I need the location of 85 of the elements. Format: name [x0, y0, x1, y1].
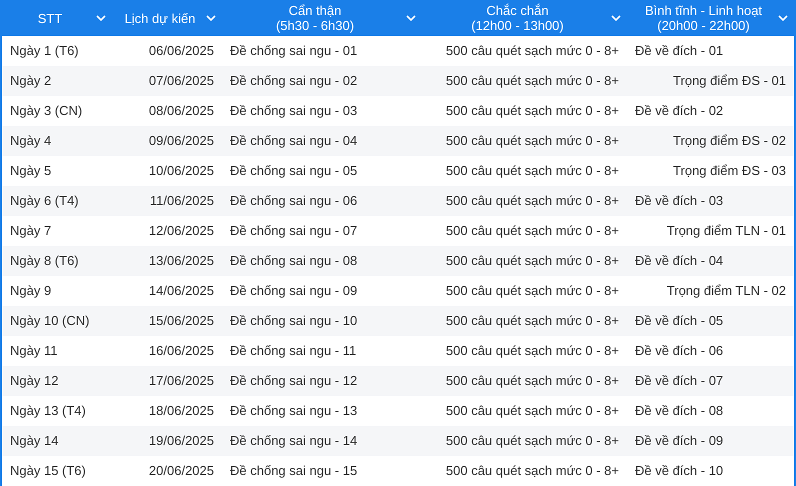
table-cell: 500 câu quét sạch mức 0 - 8+ — [422, 336, 627, 366]
table-cell: Đề chống sai ngu - 08 — [222, 246, 422, 276]
table-cell: Đề chống sai ngu - 12 — [222, 366, 422, 396]
table-cell: 500 câu quét sạch mức 0 - 8+ — [422, 396, 627, 426]
table-cell: Trọng điểm ĐS - 02 — [627, 126, 794, 156]
table-cell: 06/06/2025 — [112, 36, 222, 66]
table-cell: 500 câu quét sạch mức 0 - 8+ — [422, 66, 627, 96]
table-cell: Đề chống sai ngu - 06 — [222, 186, 422, 216]
table-cell: Ngày 10 (CN) — [2, 306, 112, 336]
table-cell: Ngày 11 — [2, 336, 112, 366]
table-cell: Đề về đích - 07 — [627, 366, 794, 396]
table-cell: 19/06/2025 — [112, 426, 222, 456]
column-header[interactable]: Chắc chắn (12h00 - 13h00) — [422, 0, 627, 36]
table-cell: Đề chống sai ngu - 15 — [222, 456, 422, 486]
table-cell: Ngày 15 (T6) — [2, 456, 112, 486]
table-cell: Đề về đích - 06 — [627, 336, 794, 366]
table-cell: Ngày 1 (T6) — [2, 36, 112, 66]
table-cell: 500 câu quét sạch mức 0 - 8+ — [422, 456, 627, 486]
table-cell: 500 câu quét sạch mức 0 - 8+ — [422, 366, 627, 396]
table-cell: Trọng điểm ĐS - 03 — [627, 156, 794, 186]
column-header[interactable]: Bình tĩnh - Linh hoạt (20h00 - 22h00) — [627, 0, 794, 36]
table-cell: 500 câu quét sạch mức 0 - 8+ — [422, 246, 627, 276]
table-cell: Ngày 6 (T4) — [2, 186, 112, 216]
table-cell: Đề chống sai ngu - 07 — [222, 216, 422, 246]
table-cell: 500 câu quét sạch mức 0 - 8+ — [422, 186, 627, 216]
table-cell: Trọng điểm TLN - 02 — [627, 276, 794, 306]
chevron-down-icon[interactable] — [96, 15, 106, 21]
table-cell: 500 câu quét sạch mức 0 - 8+ — [422, 126, 627, 156]
table-cell: Ngày 2 — [2, 66, 112, 96]
table-cell: Đề về đích - 01 — [627, 36, 794, 66]
table-cell: Ngày 14 — [2, 426, 112, 456]
table-cell: 500 câu quét sạch mức 0 - 8+ — [422, 306, 627, 336]
table-cell: 500 câu quét sạch mức 0 - 8+ — [422, 156, 627, 186]
table-cell: Đề về đích - 08 — [627, 396, 794, 426]
table-cell: 09/06/2025 — [112, 126, 222, 156]
table-cell: Đề chống sai ngu - 10 — [222, 306, 422, 336]
chevron-down-icon[interactable] — [206, 15, 216, 21]
table-cell: Đề chống sai ngu - 13 — [222, 396, 422, 426]
table-cell: 07/06/2025 — [112, 66, 222, 96]
table-cell: 18/06/2025 — [112, 396, 222, 426]
chevron-down-icon[interactable] — [778, 15, 788, 21]
table-cell: Đề chống sai ngu - 01 — [222, 36, 422, 66]
table-cell: 500 câu quét sạch mức 0 - 8+ — [422, 36, 627, 66]
table-cell: 15/06/2025 — [112, 306, 222, 336]
table-cell: 20/06/2025 — [112, 456, 222, 486]
table-cell: Đề chống sai ngu - 14 — [222, 426, 422, 456]
table-cell: Đề chống sai ngu - 11 — [222, 336, 422, 366]
table-cell: Đề về đích - 03 — [627, 186, 794, 216]
table-cell: 500 câu quét sạch mức 0 - 8+ — [422, 276, 627, 306]
table-cell: 17/06/2025 — [112, 366, 222, 396]
column-header[interactable]: Cẩn thận (5h30 - 6h30) — [222, 0, 422, 36]
table-cell: 11/06/2025 — [112, 186, 222, 216]
table-cell: Ngày 5 — [2, 156, 112, 186]
table-cell: Ngày 13 (T4) — [2, 396, 112, 426]
table-cell: 12/06/2025 — [112, 216, 222, 246]
chevron-down-icon[interactable] — [611, 15, 621, 21]
table-cell: Ngày 4 — [2, 126, 112, 156]
table-cell: Đề về đích - 10 — [627, 456, 794, 486]
chevron-down-icon[interactable] — [406, 15, 416, 21]
table-cell: 500 câu quét sạch mức 0 - 8+ — [422, 96, 627, 126]
table-cell: 500 câu quét sạch mức 0 - 8+ — [422, 216, 627, 246]
table-cell: Đề về đích - 05 — [627, 306, 794, 336]
table-cell: Ngày 7 — [2, 216, 112, 246]
table-cell: Ngày 9 — [2, 276, 112, 306]
table-cell: Ngày 8 (T6) — [2, 246, 112, 276]
table-cell: 10/06/2025 — [112, 156, 222, 186]
table-cell: Đề về đích - 04 — [627, 246, 794, 276]
column-header[interactable]: Lịch dự kiến — [112, 0, 222, 36]
table-cell: Đề chống sai ngu - 02 — [222, 66, 422, 96]
table-cell: Trọng điểm TLN - 01 — [627, 216, 794, 246]
table-cell: Đề về đích - 02 — [627, 96, 794, 126]
table-cell: Đề chống sai ngu - 03 — [222, 96, 422, 126]
table-cell: 14/06/2025 — [112, 276, 222, 306]
table-cell: Đề chống sai ngu - 05 — [222, 156, 422, 186]
table-cell: Đề chống sai ngu - 09 — [222, 276, 422, 306]
table-cell: 16/06/2025 — [112, 336, 222, 366]
table-cell: Ngày 12 — [2, 366, 112, 396]
table-cell: 08/06/2025 — [112, 96, 222, 126]
table-cell: Đề chống sai ngu - 04 — [222, 126, 422, 156]
column-header[interactable]: STT — [2, 0, 112, 36]
table-cell: Trọng điểm ĐS - 01 — [627, 66, 794, 96]
table-cell: Đề về đích - 09 — [627, 426, 794, 456]
table-cell: 13/06/2025 — [112, 246, 222, 276]
table-cell: Ngày 3 (CN) — [2, 96, 112, 126]
table-cell: 500 câu quét sạch mức 0 - 8+ — [422, 426, 627, 456]
